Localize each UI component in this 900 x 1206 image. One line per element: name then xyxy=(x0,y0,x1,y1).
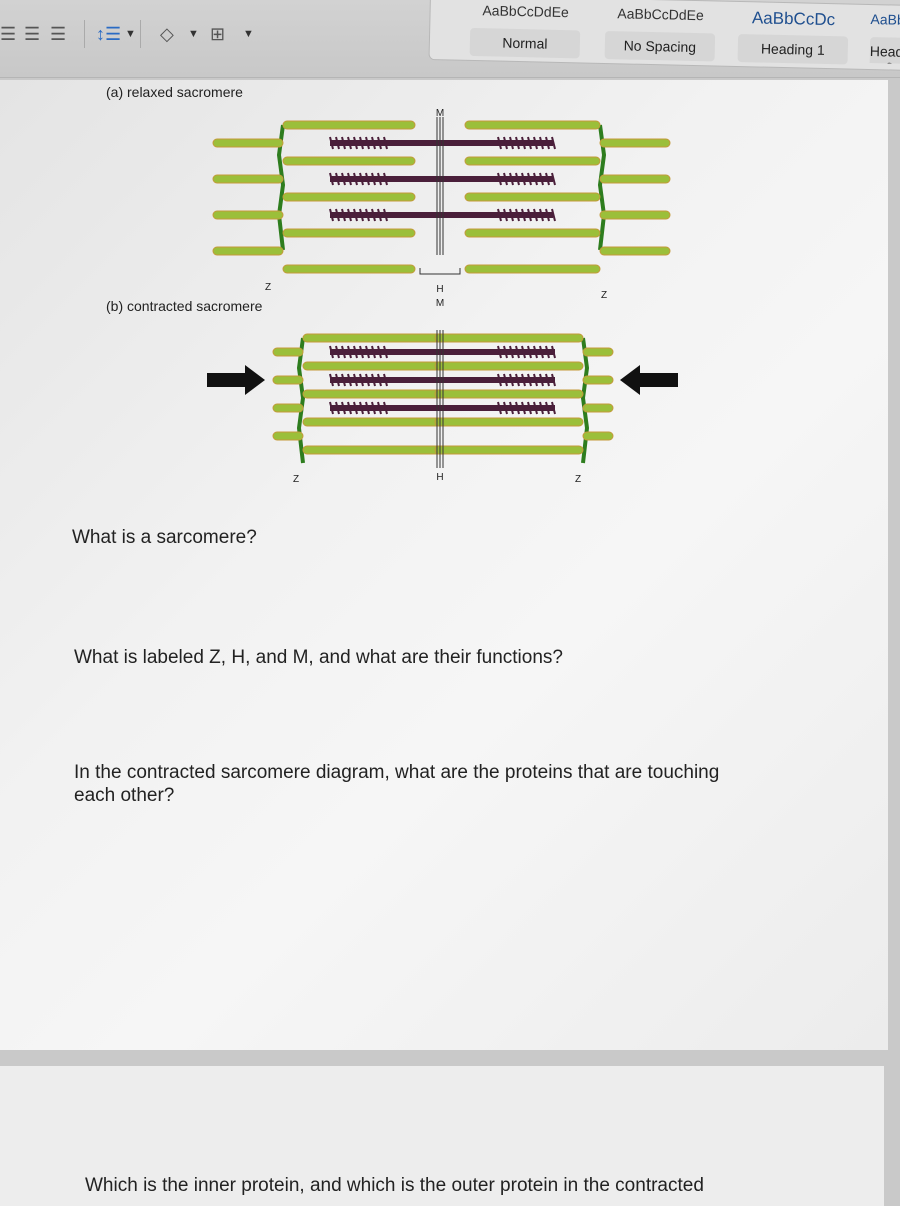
arrow-right-icon xyxy=(207,365,265,395)
actin-filament xyxy=(434,417,584,427)
actin-filament xyxy=(434,445,584,455)
myosin-filament xyxy=(330,140,553,146)
actin-filament xyxy=(302,389,446,399)
actin-filament xyxy=(302,333,446,343)
actin-filament xyxy=(434,361,584,371)
actin-filament xyxy=(212,174,284,184)
z-line xyxy=(580,337,590,464)
z-label: Z xyxy=(293,474,299,485)
actin-filament xyxy=(272,375,304,385)
actin-filament xyxy=(599,210,671,220)
actin-filament xyxy=(272,431,304,441)
h-bracket xyxy=(419,268,461,275)
myosin-filament xyxy=(330,212,553,218)
myosin-filament xyxy=(330,176,553,182)
actin-filament xyxy=(464,228,601,238)
h-label: H xyxy=(436,472,443,483)
actin-filament xyxy=(282,228,416,238)
actin-filament xyxy=(434,389,584,399)
arrow-left-icon xyxy=(620,365,678,395)
actin-filament xyxy=(582,403,614,413)
actin-filament xyxy=(302,417,446,427)
z-line xyxy=(296,337,306,464)
question-2: What is labeled Z, H, and M, and what ar… xyxy=(74,647,563,668)
question-4: Which is the inner protein, and which is… xyxy=(85,1175,704,1196)
actin-filament xyxy=(212,246,284,256)
m-label: M xyxy=(436,298,444,309)
actin-filament xyxy=(464,264,601,274)
actin-filament xyxy=(272,347,304,357)
actin-filament xyxy=(599,138,671,148)
m-label: M xyxy=(436,108,444,119)
actin-filament xyxy=(582,431,614,441)
actin-filament xyxy=(282,264,416,274)
z-label: Z xyxy=(575,474,581,485)
actin-filament xyxy=(272,403,304,413)
actin-filament xyxy=(302,361,446,371)
actin-filament xyxy=(282,120,416,130)
actin-filament xyxy=(212,138,284,148)
z-label: Z xyxy=(265,282,271,293)
h-label: H xyxy=(436,284,443,295)
sarcomere-diagram: M M Z Z H Z Z H xyxy=(207,108,678,485)
actin-filament xyxy=(282,192,416,202)
actin-filament xyxy=(599,174,671,184)
actin-filament xyxy=(582,347,614,357)
actin-filament xyxy=(282,156,416,166)
actin-filament xyxy=(582,375,614,385)
actin-filament xyxy=(464,120,601,130)
actin-filament xyxy=(599,246,671,256)
question-3: In the contracted sarcomere diagram, wha… xyxy=(74,762,720,806)
question-1: What is a sarcomere? xyxy=(72,527,257,548)
z-label: Z xyxy=(601,290,607,301)
actin-filament xyxy=(464,156,601,166)
actin-filament xyxy=(464,192,601,202)
actin-filament xyxy=(434,333,584,343)
actin-filament xyxy=(212,210,284,220)
actin-filament xyxy=(302,445,446,455)
